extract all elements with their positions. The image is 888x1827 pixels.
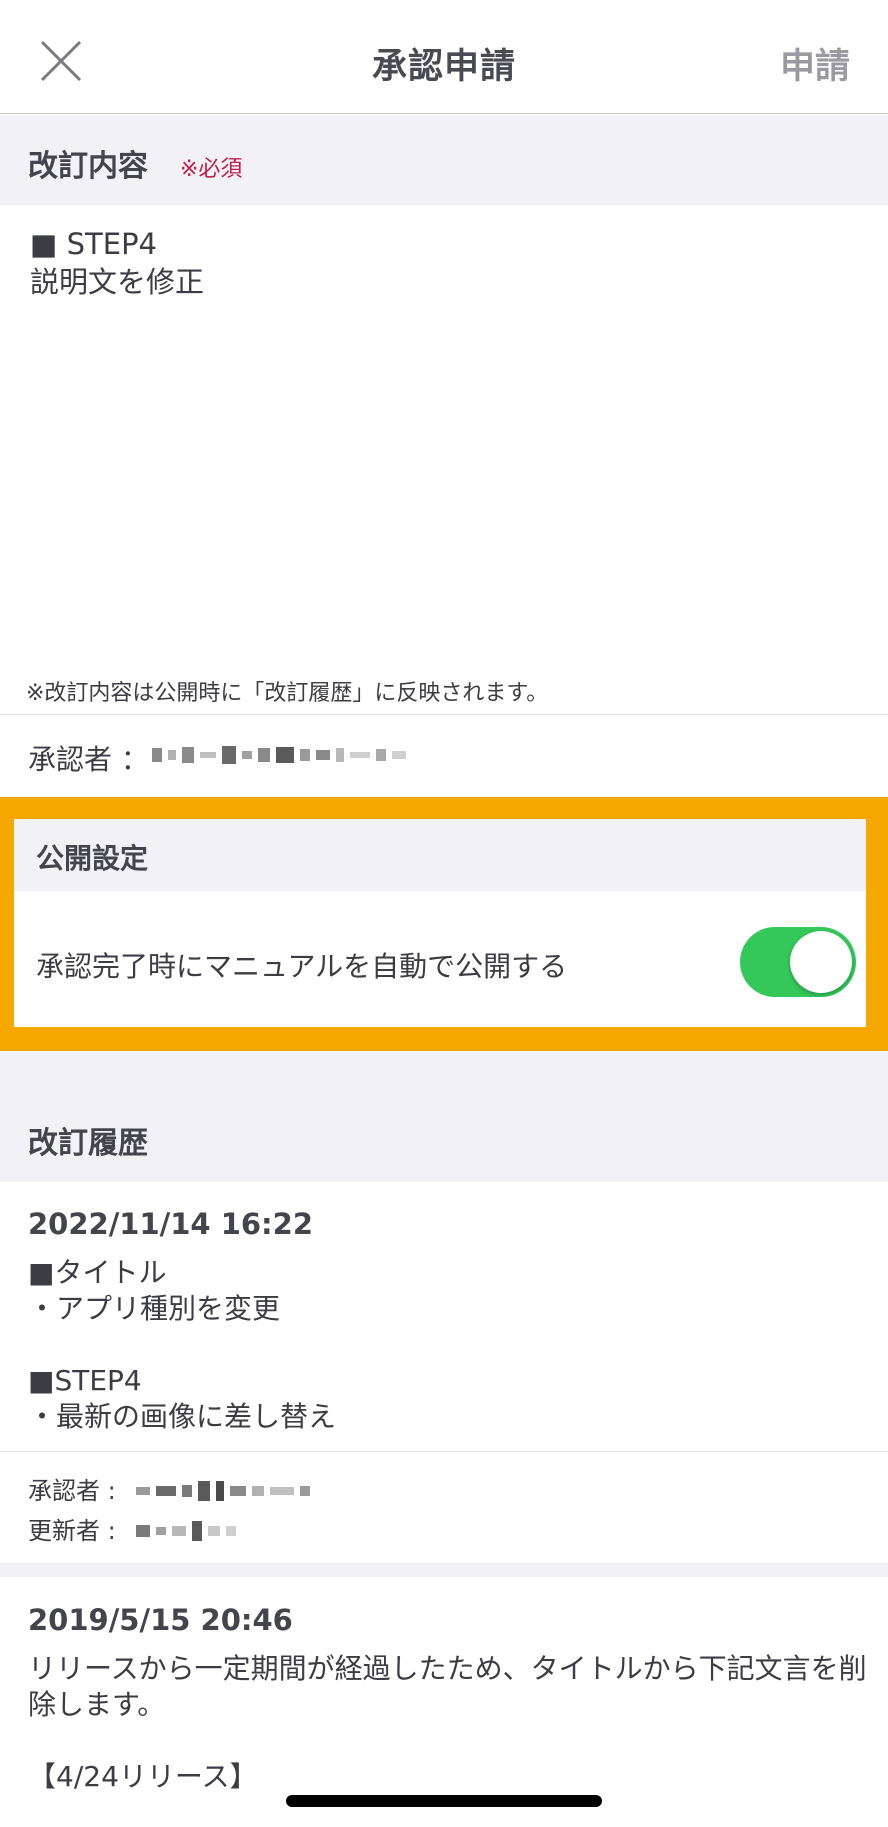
auto-publish-toggle[interactable] <box>740 927 856 997</box>
revision-section-label: 改訂内容 <box>28 149 148 184</box>
history-entry-date: 2022/11/14 16:22 <box>28 1207 314 1241</box>
revision-content-text[interactable]: ■ STEP4 説明文を修正 <box>30 225 850 301</box>
history-entry-meta: 承認者 : 更新者 : <box>0 1453 888 1563</box>
history-updater-label: 更新者 : <box>28 1517 116 1545</box>
history-section-header: 改訂履歴 <box>0 1052 888 1182</box>
required-badge: ※必須 <box>180 157 243 182</box>
approver-row[interactable]: 承認者 ： <box>0 716 888 796</box>
revision-content-field[interactable]: ■ STEP4 説明文を修正 ※改訂内容は公開時に「改訂履歴」に反映されます。 <box>0 205 888 715</box>
history-approver-redacted <box>136 1481 310 1501</box>
history-entry: 2022/11/14 16:22 ■タイトル ・アプリ種別を変更 ■STEP4 … <box>0 1183 888 1453</box>
page-title: 承認申請 <box>371 47 516 87</box>
publish-settings-highlight: 公開設定 承認完了時にマニュアルを自動で公開する <box>0 797 888 1051</box>
history-updater-redacted <box>136 1521 236 1541</box>
history-entry-text: リリースから一定期間が経過したため、タイトルから下記文言を削除します。 【4/2… <box>28 1652 867 1793</box>
submit-button[interactable]: 申請 <box>780 38 850 89</box>
publish-section-label: 公開設定 <box>36 842 149 875</box>
entry-separator <box>0 1563 888 1577</box>
revision-section-header: 改訂内容 ※必須 <box>0 115 888 205</box>
approver-name-redacted <box>152 746 406 764</box>
history-entry: 2019/5/15 20:46 リリースから一定期間が経過したため、タイトルから… <box>0 1577 888 1827</box>
toggle-knob <box>790 931 852 993</box>
auto-publish-label: 承認完了時にマニュアルを自動で公開する <box>36 950 568 983</box>
publish-section-header: 公開設定 <box>14 819 866 891</box>
history-approver-label: 承認者 : <box>28 1477 116 1505</box>
history-entry-text: ■タイトル ・アプリ種別を変更 ■STEP4 ・最新の画像に差し替え <box>28 1256 337 1433</box>
history-entry-date: 2019/5/15 20:46 <box>28 1603 293 1637</box>
approver-label: 承認者 ： <box>28 743 149 776</box>
revision-note: ※改訂内容は公開時に「改訂履歴」に反映されます。 <box>26 681 549 706</box>
home-indicator <box>286 1795 602 1807</box>
history-section-label: 改訂履歴 <box>28 1126 148 1161</box>
nav-bar: 承認申請 申請 <box>0 0 888 114</box>
publish-settings-panel: 公開設定 承認完了時にマニュアルを自動で公開する <box>14 819 866 1027</box>
